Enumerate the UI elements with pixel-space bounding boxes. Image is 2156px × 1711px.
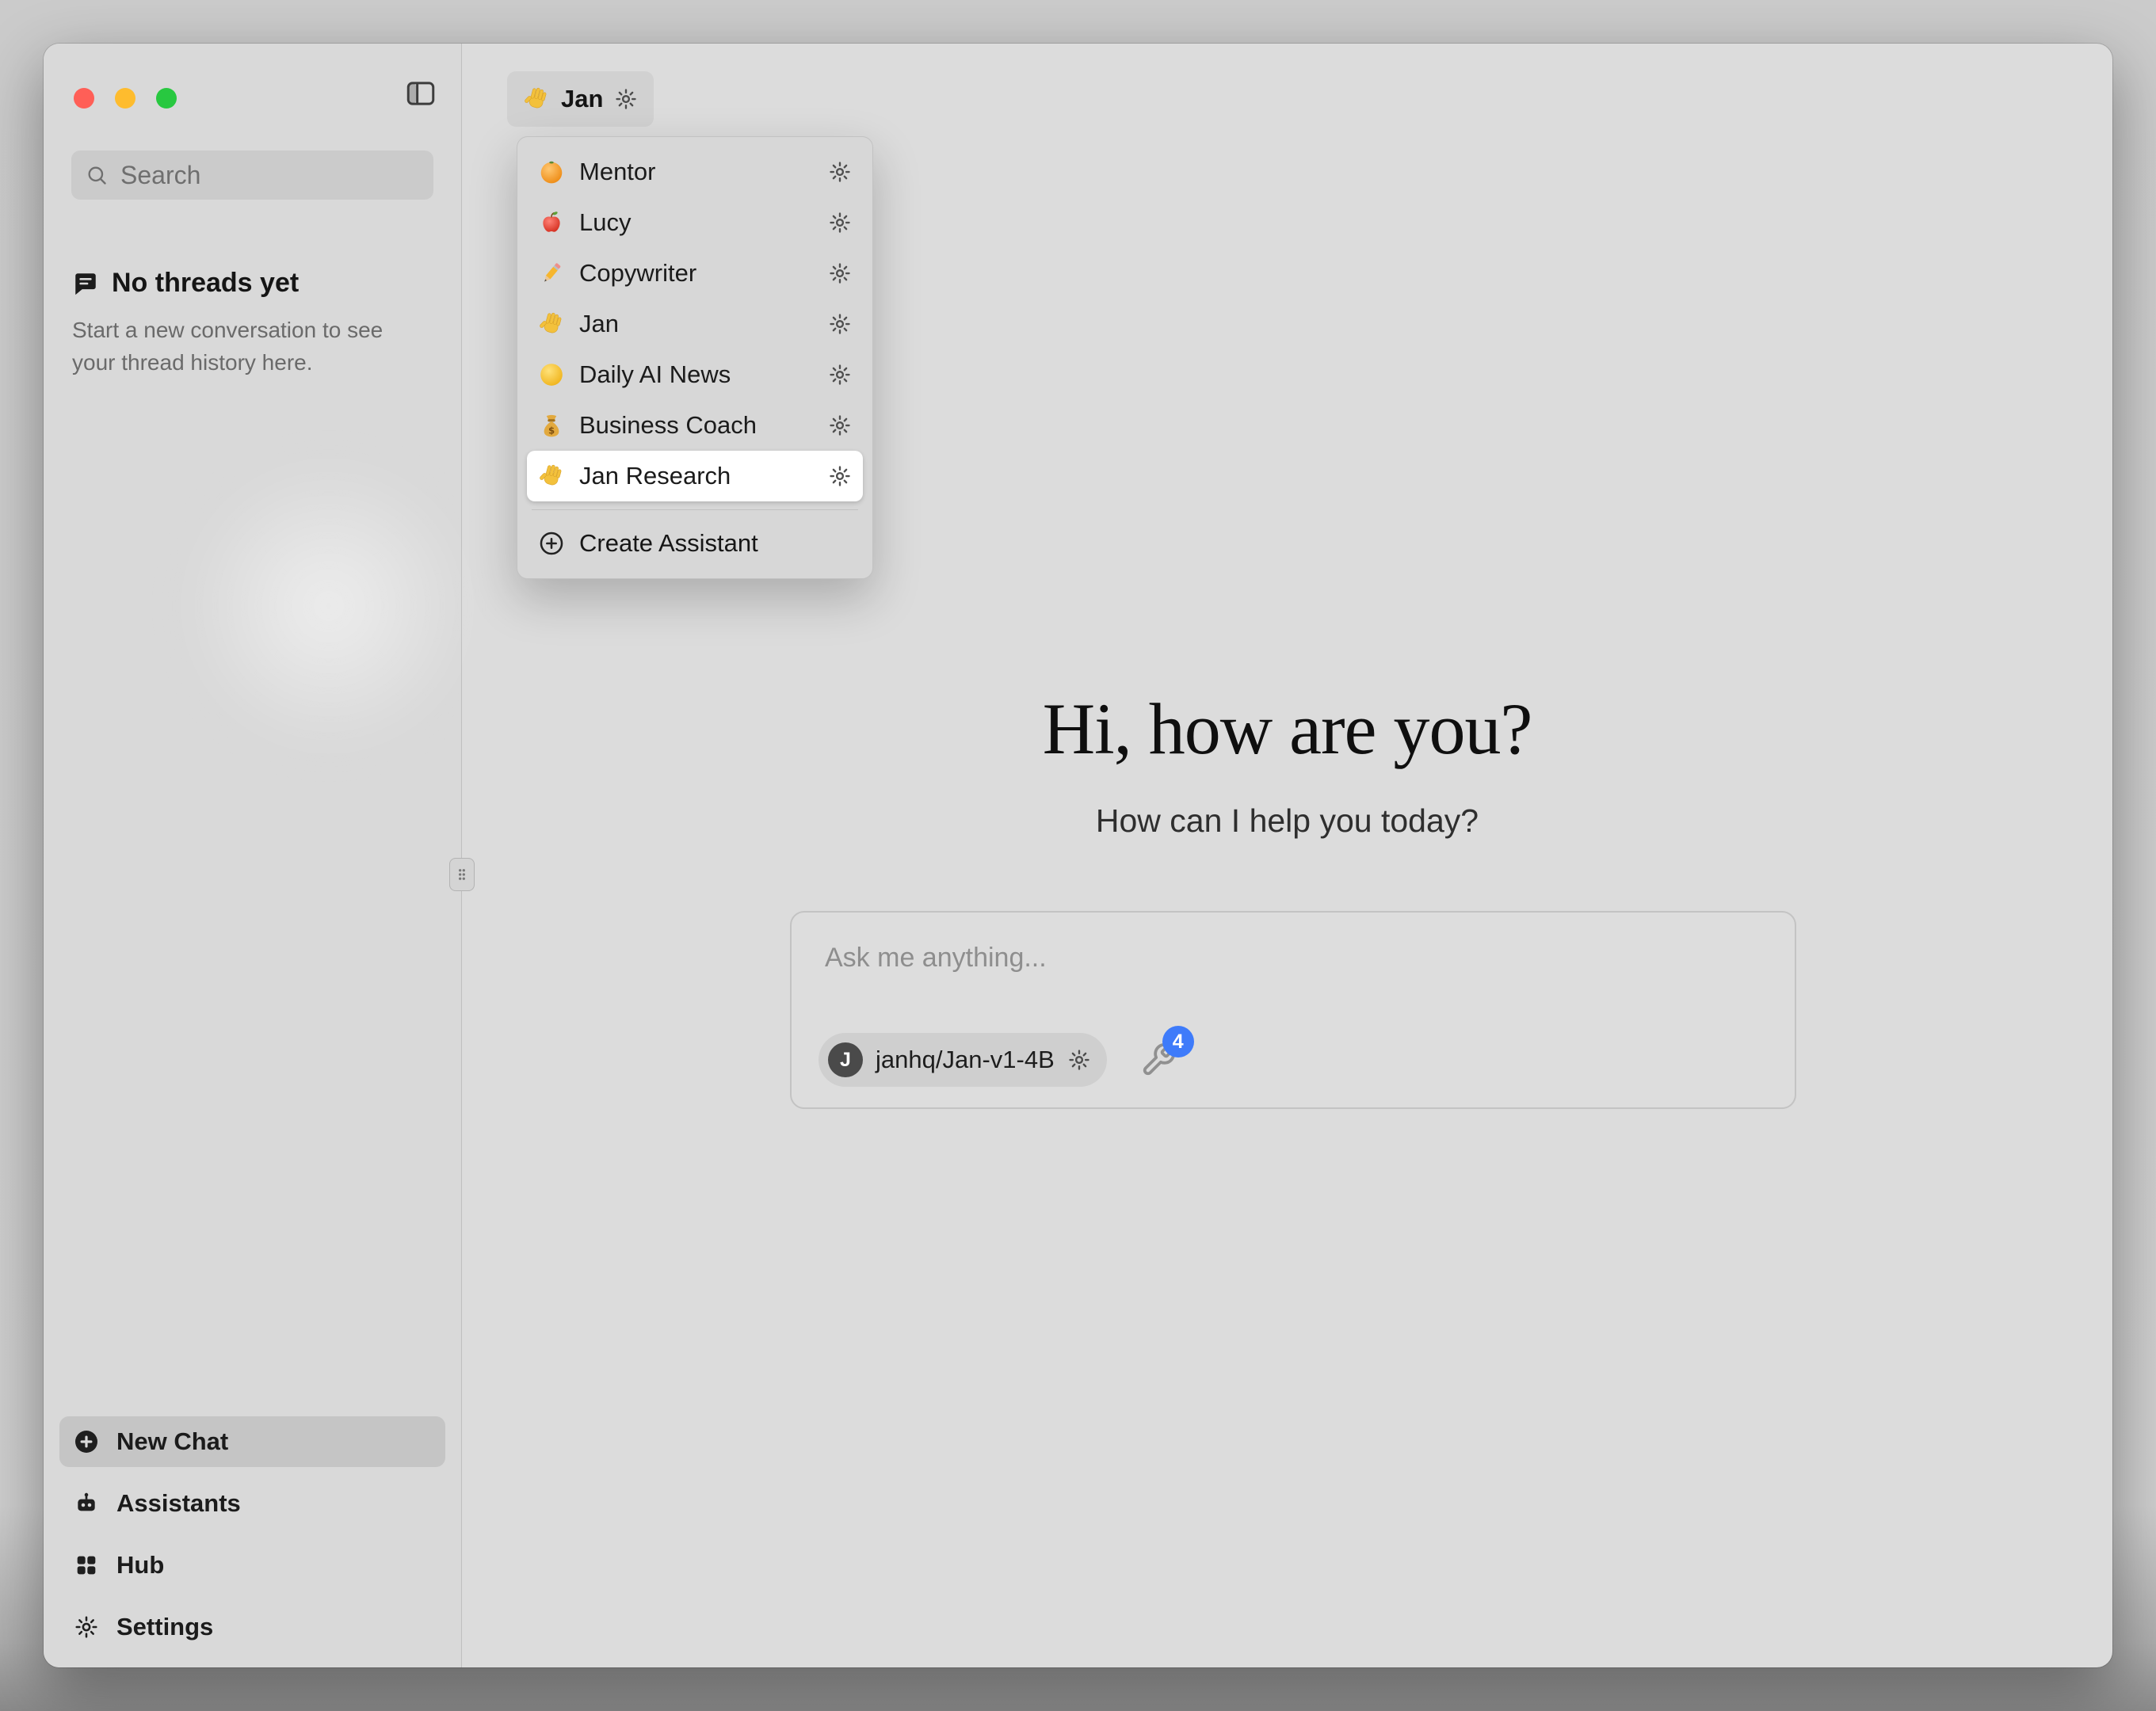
assistants-icon	[74, 1491, 99, 1516]
assistant-menu-item-jan-research[interactable]: Jan Research	[527, 451, 863, 501]
sidebar-nav: New Chat Assistants Hub Settings	[59, 1416, 445, 1652]
assistant-menu-item-mentor[interactable]: Mentor	[527, 147, 863, 197]
zoom-window-button[interactable]	[156, 88, 177, 109]
sidebar-item-hub[interactable]: Hub	[59, 1540, 445, 1591]
assistant-menu-item-copywriter[interactable]: Copywriter	[527, 248, 863, 299]
assistant-label: Daily AI News	[579, 360, 814, 389]
model-settings-icon[interactable]	[1067, 1048, 1091, 1072]
hub-grid-icon	[74, 1553, 99, 1578]
model-name: janhq/Jan-v1-4B	[876, 1046, 1055, 1074]
empty-threads-description: Start a new conversation to see your thr…	[72, 314, 425, 379]
traffic-lights	[74, 88, 177, 109]
wave-emoji-icon	[538, 463, 565, 490]
thread-bubble-icon	[72, 270, 99, 297]
model-avatar: J	[828, 1042, 863, 1077]
nav-label: Settings	[116, 1613, 213, 1641]
tools-button[interactable]: 4	[1140, 1042, 1177, 1078]
main-area: Jan Mentor Lucy Copywriter Jan	[462, 44, 2112, 1667]
greeting-subtitle: How can I help you today?	[462, 802, 2112, 840]
assistant-label: Mentor	[579, 158, 814, 186]
pencil-emoji-icon	[538, 260, 565, 287]
svg-text:$: $	[548, 425, 555, 436]
sidebar: No threads yet Start a new conversation …	[44, 44, 462, 1667]
wave-emoji-icon	[523, 86, 550, 112]
wave-emoji-icon	[538, 311, 565, 337]
assistant-gear-icon[interactable]	[828, 464, 852, 488]
assistant-gear-icon[interactable]	[828, 413, 852, 437]
assistant-dropdown-menu: Mentor Lucy Copywriter Jan Daily AI News	[517, 136, 873, 579]
assistant-label: Jan Research	[579, 462, 814, 490]
nav-label: Assistants	[116, 1489, 241, 1518]
nav-label: Hub	[116, 1551, 164, 1580]
chat-input[interactable]	[823, 941, 1763, 1017]
assistant-selector-label: Jan	[561, 85, 603, 113]
moneybag-emoji-icon: $	[538, 412, 565, 439]
empty-threads-title: No threads yet	[112, 268, 299, 299]
assistant-settings-icon[interactable]	[614, 87, 638, 111]
sidebar-toggle-icon[interactable]	[404, 77, 437, 110]
assistant-menu-item-daily-ai-news[interactable]: Daily AI News	[527, 349, 863, 400]
sidebar-item-settings[interactable]: Settings	[59, 1602, 445, 1652]
chat-composer: J janhq/Jan-v1-4B 4	[790, 911, 1796, 1109]
settings-gear-icon	[74, 1614, 99, 1640]
apple-emoji-icon	[538, 209, 565, 236]
app-window: No threads yet Start a new conversation …	[44, 44, 2112, 1667]
orange-emoji-icon	[538, 158, 565, 185]
close-window-button[interactable]	[74, 88, 94, 109]
assistant-gear-icon[interactable]	[828, 211, 852, 234]
search-input[interactable]	[119, 160, 455, 191]
create-assistant-label: Create Assistant	[579, 529, 852, 558]
assistant-menu-item-jan[interactable]: Jan	[527, 299, 863, 349]
yellow-circle-emoji-icon	[538, 361, 565, 388]
new-chat-button[interactable]: New Chat	[59, 1416, 445, 1467]
composer-toolbar: J janhq/Jan-v1-4B 4	[819, 1033, 1177, 1087]
assistant-label: Jan	[579, 310, 814, 338]
assistant-gear-icon[interactable]	[828, 160, 852, 184]
assistant-menu-item-business-coach[interactable]: $ Business Coach	[527, 400, 863, 451]
search-bar	[71, 151, 433, 200]
sidebar-item-assistants[interactable]: Assistants	[59, 1478, 445, 1529]
menu-divider	[532, 509, 858, 510]
sidebar-resize-handle[interactable]	[449, 858, 475, 891]
nav-label: New Chat	[116, 1427, 228, 1456]
empty-threads-state: No threads yet Start a new conversation …	[72, 268, 425, 379]
assistant-label: Lucy	[579, 208, 814, 237]
create-assistant-button[interactable]: Create Assistant	[527, 518, 863, 569]
assistant-selector-button[interactable]: Jan	[507, 71, 654, 127]
assistant-label: Business Coach	[579, 411, 814, 440]
assistant-gear-icon[interactable]	[828, 312, 852, 336]
plus-circle-icon	[74, 1429, 99, 1454]
assistant-gear-icon[interactable]	[828, 363, 852, 387]
sidebar-glow	[170, 448, 487, 764]
greeting-title: Hi, how are you?	[462, 687, 2112, 771]
tools-count-badge: 4	[1162, 1026, 1194, 1057]
search-icon	[86, 164, 108, 186]
minimize-window-button[interactable]	[115, 88, 135, 109]
plus-outline-icon	[538, 530, 565, 557]
assistant-menu-item-lucy[interactable]: Lucy	[527, 197, 863, 248]
assistant-label: Copywriter	[579, 259, 814, 288]
model-selector-button[interactable]: J janhq/Jan-v1-4B	[819, 1033, 1107, 1087]
assistant-gear-icon[interactable]	[828, 261, 852, 285]
